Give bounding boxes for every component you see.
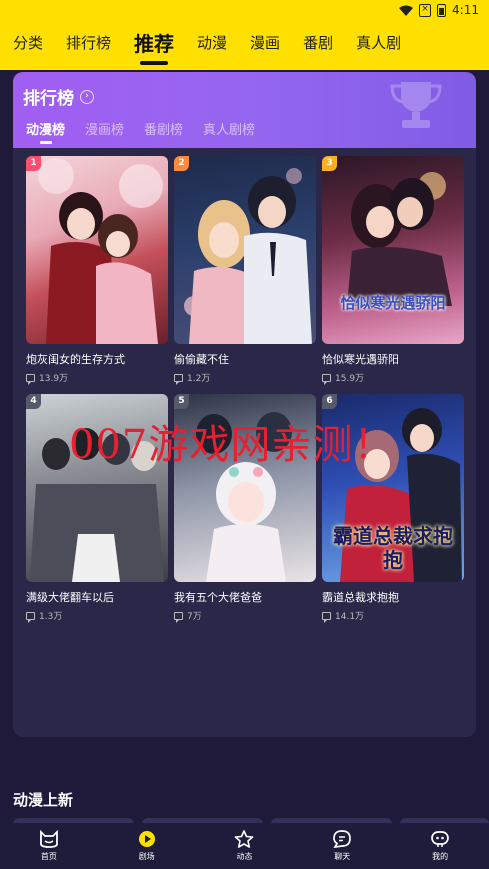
cover-image: 1 <box>26 156 168 344</box>
no-sim-icon: × <box>419 3 432 17</box>
app-header: × 4:11 分类 排行榜 推荐 动漫 漫画 番剧 真人剧 <box>0 0 489 70</box>
rank-badge: 6 <box>322 394 337 409</box>
bottom-nav-label: 剧场 <box>138 852 155 861</box>
subtab-comic-rank[interactable]: 漫画榜 <box>85 119 124 138</box>
rank-badge: 5 <box>174 394 189 409</box>
cover-image: 恰似寒光遇骄阳 3 <box>322 156 464 344</box>
cover-art <box>38 158 163 344</box>
card-title: 满级大佬翻车以后 <box>26 591 114 604</box>
ranking-card[interactable]: 2 偷偷藏不住 1.2万 <box>174 156 316 385</box>
card-meta: 15.9万 <box>322 371 464 385</box>
tab-recommend[interactable]: 推荐 <box>134 28 174 65</box>
rank-badge: 4 <box>26 394 41 409</box>
cover-title-art: 恰似寒光遇骄阳 <box>340 294 446 312</box>
rank-badge: 2 <box>174 156 189 171</box>
card-title: 恰似寒光遇骄阳 <box>322 353 399 366</box>
card-count: 13.9万 <box>39 374 69 384</box>
cover-image: 4 <box>26 394 168 582</box>
bottom-nav-label: 动态 <box>236 852 253 861</box>
tab-drama[interactable]: 番剧 <box>303 32 333 53</box>
tab-category[interactable]: 分类 <box>13 32 43 53</box>
tab-comic[interactable]: 漫画 <box>250 32 280 53</box>
chat-icon <box>333 830 352 848</box>
comment-icon <box>26 611 35 623</box>
cover-art <box>184 168 312 344</box>
subtab-live-action-rank[interactable]: 真人剧榜 <box>203 119 255 138</box>
ranking-subtabs: 动漫榜 漫画榜 番剧榜 真人剧榜 <box>26 119 275 144</box>
card-title: 霸道总裁求抱抱 <box>322 591 399 604</box>
comment-icon <box>322 373 331 385</box>
comment-icon <box>174 611 183 623</box>
cover-art <box>196 412 292 582</box>
profile-face-icon <box>431 831 449 847</box>
wifi-icon <box>399 5 414 16</box>
cover-art <box>347 172 452 306</box>
card-count: 15.9万 <box>335 374 365 384</box>
bottom-nav-home[interactable]: 首页 <box>19 830 79 862</box>
card-title: 偷偷藏不住 <box>174 353 229 366</box>
card-meta: 14.1万 <box>322 609 464 623</box>
bottom-nav-feed[interactable]: 动态 <box>214 830 274 862</box>
rank-badge: 3 <box>322 156 337 171</box>
section-title: 动漫上新 <box>13 791 74 809</box>
cover-image: 霸道总裁求抱抱 6 <box>322 394 464 582</box>
ranking-card[interactable]: 1 炮灰闺女的生存方式 13.9万 <box>26 156 168 385</box>
bottom-nav-label: 首页 <box>40 852 57 861</box>
star-icon <box>235 830 254 848</box>
bottom-nav-theater[interactable]: 剧场 <box>117 830 177 862</box>
cover-title-art: 霸道总裁求抱抱 <box>333 524 453 572</box>
card-title: 炮灰闺女的生存方式 <box>26 353 125 366</box>
card-count: 1.3万 <box>39 612 63 622</box>
card-title: 我有五个大佬爸爸 <box>174 591 262 604</box>
cover-image: 2 <box>174 156 316 344</box>
comment-icon <box>26 373 35 385</box>
card-count: 7万 <box>187 612 202 622</box>
ranking-panel: 排行榜 › 动漫榜 漫画榜 番剧榜 真人剧榜 1 炮灰闺女的生存方式 13.9万… <box>13 72 476 737</box>
cover-image: 5 <box>174 394 316 582</box>
rank-badge: 1 <box>26 156 41 171</box>
card-meta: 1.3万 <box>26 609 168 623</box>
ranking-card[interactable]: 5 我有五个大佬爸爸 7万 <box>174 394 316 623</box>
card-count: 1.2万 <box>187 374 211 384</box>
ranking-card[interactable]: 霸道总裁求抱抱 6 霸道总裁求抱抱 14.1万 <box>322 394 464 623</box>
ranking-header: 排行榜 › 动漫榜 漫画榜 番剧榜 真人剧榜 <box>13 72 476 148</box>
trophy-icon <box>390 82 442 128</box>
cover-art <box>30 428 164 582</box>
ranking-card[interactable]: 4 满级大佬翻车以后 1.3万 <box>26 394 168 623</box>
subtab-drama-rank[interactable]: 番剧榜 <box>144 119 183 138</box>
bottom-nav-profile[interactable]: 我的 <box>410 830 470 862</box>
card-count: 14.1万 <box>335 612 365 622</box>
comment-icon <box>174 373 183 385</box>
status-bar: × 4:11 <box>0 0 489 20</box>
top-nav: 分类 排行榜 推荐 动漫 漫画 番剧 真人剧 <box>0 24 489 65</box>
bottom-nav: 首页 剧场 动态 聊天 我的 <box>0 823 489 869</box>
card-meta: 13.9万 <box>26 371 168 385</box>
bottom-nav-label: 我的 <box>432 852 449 861</box>
play-icon <box>138 831 155 847</box>
comment-icon <box>322 611 331 623</box>
ranking-title: 排行榜 <box>23 89 74 109</box>
tab-anime[interactable]: 动漫 <box>197 32 227 53</box>
chevron-right-icon: › <box>80 89 94 104</box>
status-time: 4:11 <box>452 3 479 17</box>
bottom-nav-chat[interactable]: 聊天 <box>312 830 372 862</box>
tab-live-action[interactable]: 真人剧 <box>356 32 401 53</box>
card-meta: 7万 <box>174 609 316 623</box>
ranking-card[interactable]: 恰似寒光遇骄阳 3 恰似寒光遇骄阳 15.9万 <box>322 156 464 385</box>
bottom-nav-label: 聊天 <box>334 852 351 861</box>
tab-ranking[interactable]: 排行榜 <box>66 32 111 53</box>
card-meta: 1.2万 <box>174 371 316 385</box>
cat-face-icon <box>39 830 58 848</box>
battery-icon <box>437 3 447 17</box>
subtab-anime-rank[interactable]: 动漫榜 <box>26 119 65 144</box>
